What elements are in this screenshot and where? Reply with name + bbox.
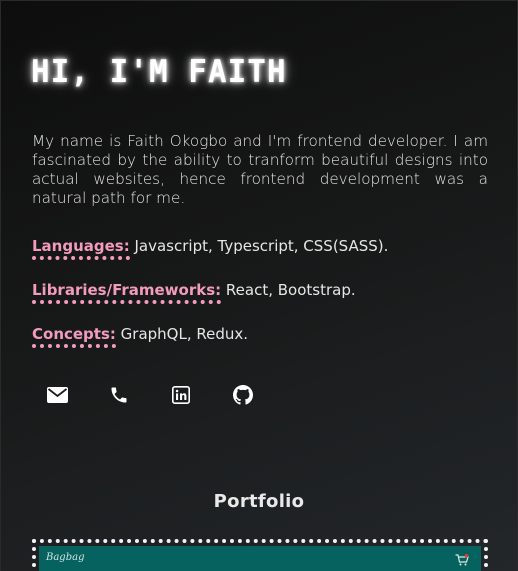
intro-paragraph: My name is Faith Okogbo and I'm frontend… xyxy=(32,132,488,207)
github-icon[interactable] xyxy=(232,384,254,406)
skill-languages-value: Javascript, Typescript, CSS(SASS). xyxy=(129,237,389,255)
project-card[interactable]: Bagbag xyxy=(32,539,488,571)
skill-concepts: Concepts: GraphQL, Redux. xyxy=(32,324,249,348)
contact-links xyxy=(46,384,254,406)
skill-concepts-label: Concepts: xyxy=(32,325,116,348)
skill-frameworks-value: React, Bootstrap. xyxy=(221,281,356,299)
phone-icon[interactable] xyxy=(108,384,130,406)
skill-languages: Languages: Javascript, Typescript, CSS(S… xyxy=(32,236,389,260)
hero-title: HI, I'M FAITH xyxy=(31,54,287,90)
skill-concepts-value: GraphQL, Redux. xyxy=(115,325,249,343)
skill-frameworks-label: Libraries/Frameworks: xyxy=(32,281,222,304)
cart-icon xyxy=(455,554,469,566)
skill-languages-label: Languages: xyxy=(32,237,130,260)
mail-icon[interactable] xyxy=(46,384,68,406)
portfolio-heading: Portfolio xyxy=(213,491,305,512)
project-preview-image: Bagbag xyxy=(39,546,481,571)
skill-frameworks: Libraries/Frameworks: React, Bootstrap. xyxy=(32,280,356,304)
linkedin-icon[interactable] xyxy=(170,384,192,406)
project-preview-logo: Bagbag xyxy=(46,552,85,563)
